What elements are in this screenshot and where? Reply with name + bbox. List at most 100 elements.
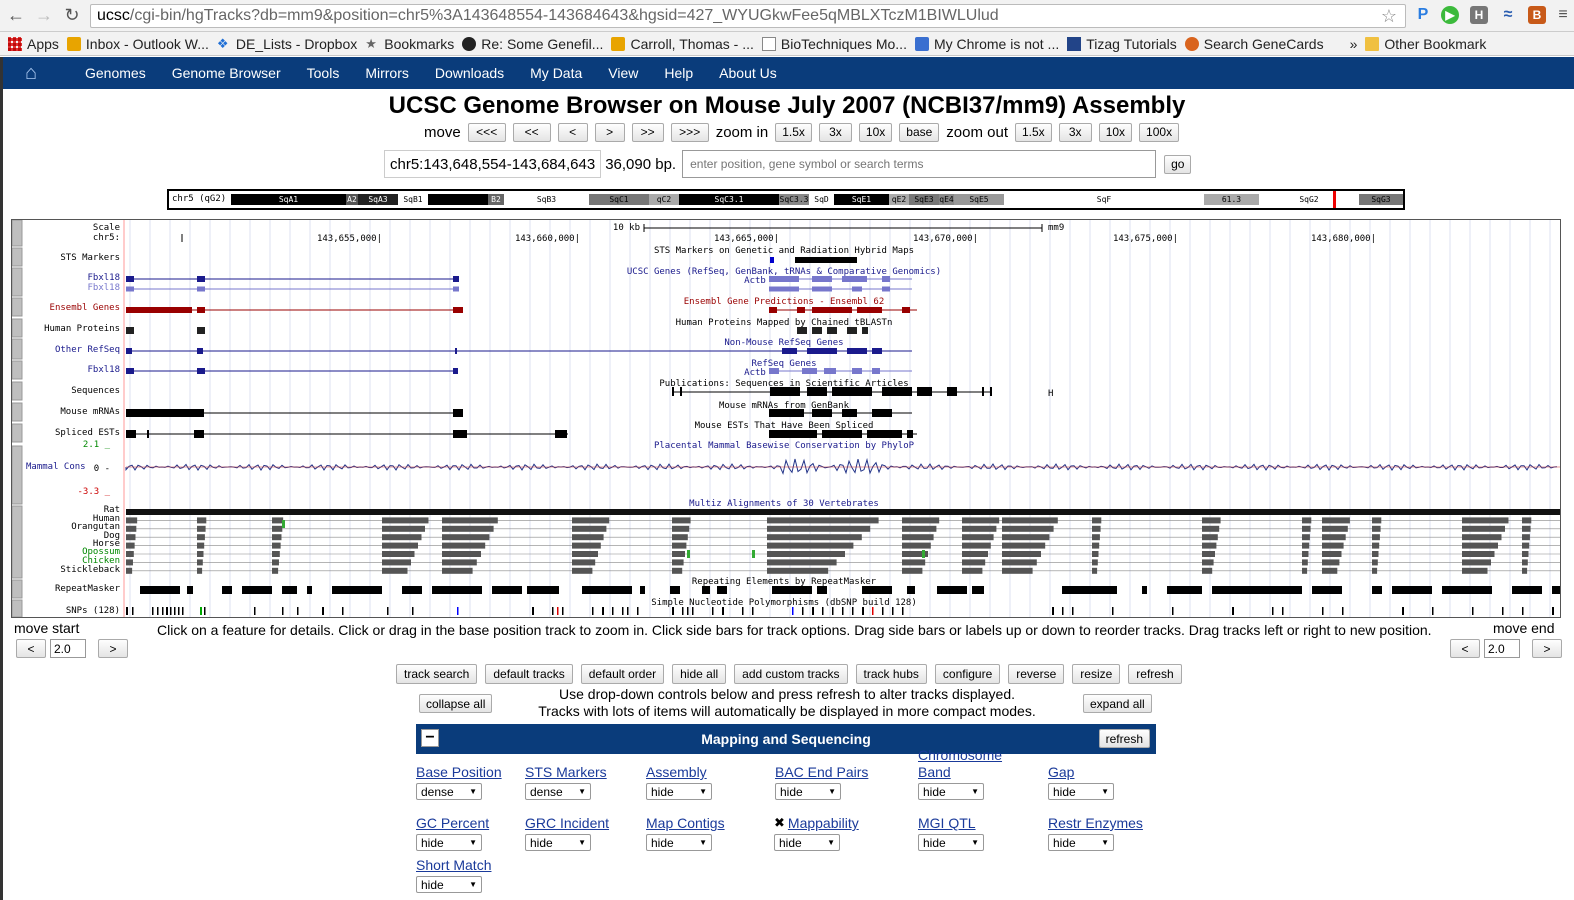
zoom-out-10x-button[interactable]: 10x: [1098, 122, 1133, 142]
track-mode-select[interactable]: hide ▼: [774, 834, 840, 851]
move-left-far-button[interactable]: <<<: [467, 122, 506, 142]
section-refresh-button[interactable]: refresh: [1098, 729, 1150, 748]
zoom-out-3x-button[interactable]: 3x: [1058, 122, 1092, 142]
track-name-link[interactable]: GC Percent: [416, 815, 536, 832]
track-mode-select[interactable]: hide ▼: [525, 834, 591, 851]
move-end-input[interactable]: [1484, 639, 1520, 658]
move-end-right-button[interactable]: >: [1532, 639, 1562, 658]
reverse-button[interactable]: reverse: [1008, 664, 1065, 684]
extension-play-icon[interactable]: ▶: [1441, 6, 1459, 24]
move-end-left-button[interactable]: <: [1450, 639, 1480, 658]
move-start-right-button[interactable]: >: [98, 639, 128, 658]
track-mode-select[interactable]: hide ▼: [416, 834, 482, 851]
position-search-input[interactable]: [682, 150, 1157, 178]
nav-downloads[interactable]: Downloads: [435, 65, 504, 81]
track-mode-select[interactable]: hide ▼: [918, 783, 984, 800]
track-mode-select[interactable]: hide ▼: [646, 783, 712, 800]
zoom-out-1-5x-button[interactable]: 1.5x: [1015, 122, 1052, 142]
bookmark-overflow[interactable]: »: [1350, 36, 1358, 52]
track-name-link[interactable]: Gap: [1048, 764, 1168, 781]
add-custom-tracks-button[interactable]: add custom tracks: [734, 664, 848, 684]
track-mode-select[interactable]: hide ▼: [1048, 834, 1114, 851]
home-icon[interactable]: ⌂: [25, 62, 65, 85]
bookmark-apps[interactable]: Apps: [8, 36, 59, 52]
zoom-in-3x-button[interactable]: 3x: [818, 122, 852, 142]
nav-my-data[interactable]: My Data: [530, 65, 582, 81]
resize-button[interactable]: resize: [1072, 664, 1121, 684]
zoom-base-button[interactable]: base: [899, 122, 940, 142]
default-tracks-button[interactable]: default tracks: [485, 664, 573, 684]
zoom-in-10x-button[interactable]: 10x: [858, 122, 893, 142]
chromosome-ideogram[interactable]: chr5 (qG2) SqA1 A2 SqA3 SqB1 B2 SqB3 SqC1 qC2 Sq…: [167, 189, 1405, 210]
address-bar[interactable]: ucsc/cgi-bin/hgTracks?db=mm9&position=ch…: [90, 4, 1406, 28]
track-mode-select[interactable]: hide ▼: [646, 834, 712, 851]
move-start-left-button[interactable]: <: [16, 639, 46, 658]
move-start-input[interactable]: [50, 639, 86, 658]
track-name-link[interactable]: Restr Enzymes: [1048, 815, 1168, 832]
bookmark-star-icon[interactable]: ☆: [1381, 6, 1397, 27]
extension-h-icon[interactable]: H: [1470, 6, 1488, 24]
extension-sync-icon[interactable]: ≈: [1499, 6, 1517, 24]
nav-about-us[interactable]: About Us: [719, 65, 777, 81]
bookmark-tizag[interactable]: Tizag Tutorials: [1067, 36, 1177, 52]
track-name-link[interactable]: Chromosome Band: [918, 747, 1018, 781]
move-right-mid-button[interactable]: >>: [631, 122, 664, 142]
hide-all-button[interactable]: hide all: [672, 664, 727, 684]
nav-mirrors[interactable]: Mirrors: [365, 65, 409, 81]
track-mode-select[interactable]: hide ▼: [918, 834, 984, 851]
configure-button[interactable]: configure: [934, 664, 1001, 684]
bookmark-dropbox[interactable]: ❖ DE_Lists - Dropbox: [217, 36, 357, 52]
track-mode-select[interactable]: hide ▼: [1048, 783, 1114, 800]
bookmark-inbox[interactable]: Inbox - Outlook W...: [66, 36, 209, 52]
bookmark-other[interactable]: Other Bookmark: [1365, 36, 1486, 52]
nav-help[interactable]: Help: [664, 65, 693, 81]
track-image[interactable]: STS Markers Fbxl18 Fbxl18 Ensembl Genes Huma…: [11, 219, 1561, 618]
mappability-config-icon[interactable]: ✖: [774, 815, 785, 832]
move-right-far-button[interactable]: >>>: [670, 122, 709, 142]
bookmark-bookmarks[interactable]: ★ Bookmarks: [365, 36, 454, 52]
track-mode-select[interactable]: dense ▼: [416, 783, 482, 800]
move-right-button[interactable]: >: [594, 122, 625, 142]
collapse-all-button[interactable]: collapse all: [419, 694, 493, 713]
back-arrow-icon[interactable]: ←: [4, 4, 28, 28]
track-search-button[interactable]: track search: [396, 664, 478, 684]
reload-icon[interactable]: ↻: [60, 4, 84, 28]
move-left-button[interactable]: <: [557, 122, 588, 142]
track-name-link[interactable]: MGI QTL: [918, 815, 1038, 832]
bookmark-biotechniques[interactable]: BioTechniques Mo...: [761, 36, 907, 52]
track-canvas[interactable]: STS MarkersFbxl18Fbxl18Ensembl GenesHuma…: [12, 220, 1560, 617]
bookmark-carroll[interactable]: Carroll, Thomas - ...: [611, 36, 754, 52]
go-button[interactable]: go: [1164, 154, 1192, 174]
refresh-button[interactable]: refresh: [1128, 664, 1182, 684]
nav-genomes[interactable]: Genomes: [85, 65, 146, 81]
track-name-link[interactable]: Base Position: [416, 764, 536, 781]
track-name-link[interactable]: BAC End Pairs: [775, 764, 895, 781]
default-order-button[interactable]: default order: [580, 664, 665, 684]
nav-view[interactable]: View: [608, 65, 638, 81]
move-left-mid-button[interactable]: <<: [512, 122, 551, 142]
bookmark-chrome[interactable]: My Chrome is not ...: [914, 36, 1059, 52]
expand-all-button[interactable]: expand all: [1083, 694, 1152, 713]
track-name-link[interactable]: STS Markers: [525, 764, 645, 781]
chrome-menu-icon[interactable]: ≡: [1554, 6, 1572, 24]
track-mode-select[interactable]: hide ▼: [416, 876, 482, 893]
extension-b-icon[interactable]: B: [1528, 6, 1546, 24]
bookmark-genecards[interactable]: Search GeneCards: [1184, 36, 1324, 52]
track-mode-select[interactable]: dense ▼: [525, 783, 591, 800]
zoom-out-100x-button[interactable]: 100x: [1139, 122, 1180, 142]
forward-arrow-icon[interactable]: →: [32, 4, 56, 28]
zoom-in-1-5x-button[interactable]: 1.5x: [775, 122, 812, 142]
bookmark-genefilter[interactable]: Re: Some Genefil...: [462, 36, 603, 52]
ideogram-band: SqD: [809, 194, 834, 205]
track-name-link[interactable]: Assembly: [646, 764, 766, 781]
track-hubs-button[interactable]: track hubs: [855, 664, 927, 684]
track-name-link[interactable]: Mappability: [788, 815, 859, 832]
nav-genome-browser[interactable]: Genome Browser: [172, 65, 281, 81]
section-collapse-button[interactable]: −: [421, 729, 439, 747]
nav-tools[interactable]: Tools: [307, 65, 340, 81]
track-name-link[interactable]: Map Contigs: [646, 815, 766, 832]
extension-p-icon[interactable]: P: [1414, 6, 1432, 24]
track-mode-select[interactable]: hide ▼: [775, 783, 841, 800]
track-name-link[interactable]: GRC Incident: [525, 815, 645, 832]
track-name-link[interactable]: Short Match: [416, 857, 536, 874]
